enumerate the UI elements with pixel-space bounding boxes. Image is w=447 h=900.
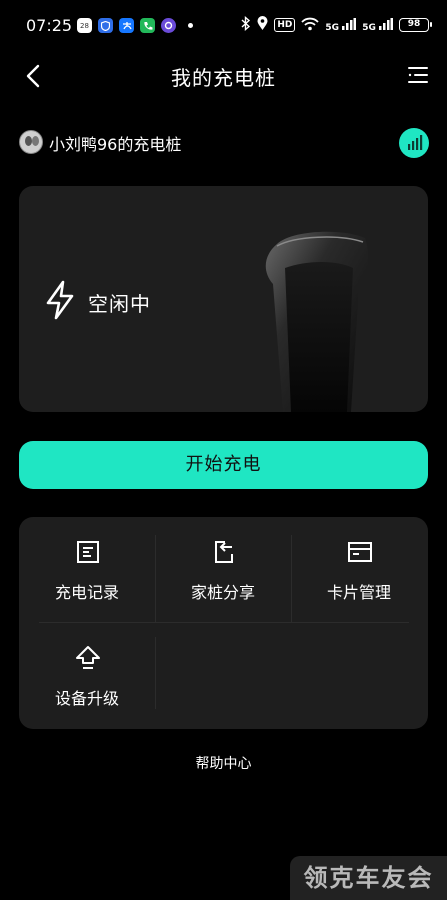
start-charging-button[interactable]: 开始充电 [19, 441, 428, 489]
shield-icon [98, 18, 113, 33]
notification-icons: 28 [77, 18, 193, 33]
signal-status-button[interactable] [399, 128, 429, 158]
menu-item-charging-records[interactable]: 充电记录 [19, 517, 155, 623]
owner-row: 小刘鸭96的充电桩 [19, 128, 429, 158]
bluetooth-icon [241, 15, 251, 34]
document-icon [77, 541, 99, 563]
charger-owner-name: 小刘鸭96的充电桩 [49, 135, 182, 154]
hd-badge: HD [274, 18, 296, 32]
battery-indicator: 98 [399, 18, 432, 32]
avatar [19, 130, 43, 154]
menu-item-label: 家桩分享 [190, 583, 255, 602]
system-icons: HD 5G 5G 98 [241, 15, 432, 34]
status-time: 07:25 [26, 16, 73, 35]
alipay-icon [119, 18, 134, 33]
menu-item-label: 设备升级 [54, 689, 119, 708]
card-icon [348, 542, 372, 562]
menu-button[interactable] [405, 62, 431, 88]
phone-icon [140, 18, 155, 33]
signal-bars-icon [408, 135, 423, 150]
vpn-icon [161, 18, 176, 33]
location-icon [257, 16, 268, 34]
menu-item-card-management[interactable]: 卡片管理 [291, 517, 427, 623]
lightning-bolt-icon [46, 280, 74, 320]
list-menu-icon [408, 67, 428, 83]
menu-item-label: 卡片管理 [326, 583, 391, 602]
sim2-5g-label: 5G [362, 22, 376, 33]
screen: 07:25 28 HD 5G 5G 98 我的充电桩 小刘鸭96的充电桩 空闲中… [0, 0, 447, 900]
function-menu-card: 充电记录 家桩分享 卡片管理 设备升级 [19, 517, 428, 729]
sim1-5g-label: 5G [325, 22, 340, 33]
wifi-icon [301, 17, 320, 34]
signal-5g-sim1: 5G [325, 17, 357, 33]
menu-item-label: 充电记录 [54, 583, 119, 602]
signal-5g-sim2: 5G [362, 17, 393, 33]
status-bar: 07:25 28 HD 5G 5G 98 [0, 0, 447, 52]
page-title: 我的充电桩 [171, 66, 276, 90]
more-notifications-dot [188, 23, 193, 28]
nav-bar: 我的充电桩 [0, 52, 447, 100]
charger-status-text: 空闲中 [88, 292, 151, 316]
share-icon [215, 541, 233, 563]
charger-device-image [265, 231, 369, 412]
charger-status-card: 空闲中 [19, 186, 428, 412]
menu-item-home-charger-share[interactable]: 家桩分享 [155, 517, 291, 623]
menu-item-device-upgrade[interactable]: 设备升级 [19, 623, 155, 729]
upgrade-icon [76, 646, 100, 669]
watermark: 领克车友会 [290, 856, 447, 900]
help-center-link[interactable]: 帮助中心 [0, 753, 447, 773]
divider [155, 637, 156, 709]
calendar-icon: 28 [77, 18, 92, 33]
